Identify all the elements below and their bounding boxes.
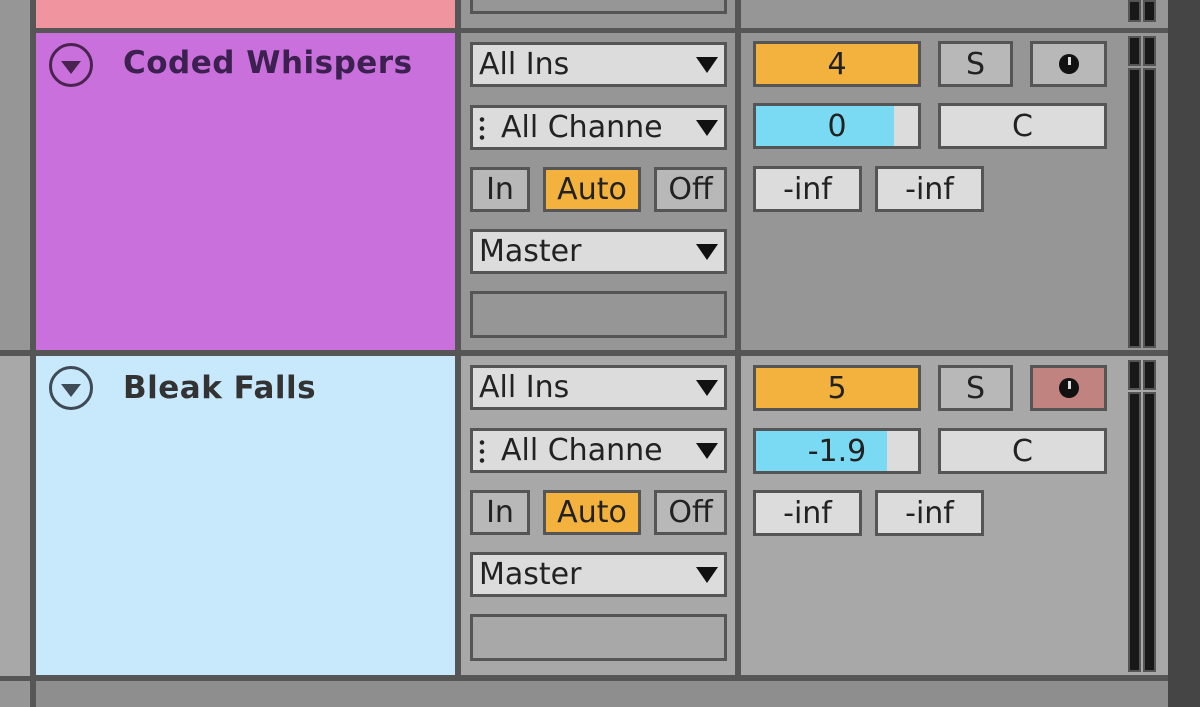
level-meter-left bbox=[1128, 68, 1141, 348]
pan-control[interactable]: C bbox=[938, 103, 1107, 149]
monitor-in-button[interactable]: In bbox=[470, 490, 530, 535]
peak-right-readout[interactable]: -inf bbox=[875, 166, 984, 212]
dropdown-arrow-icon bbox=[696, 119, 718, 136]
output-dropdown[interactable]: Master bbox=[470, 552, 727, 597]
fold-triangle-icon[interactable] bbox=[49, 366, 93, 410]
previous-track-meter-left bbox=[1128, 0, 1141, 22]
previous-track-header[interactable] bbox=[36, 0, 455, 28]
volume-value: -1.9 bbox=[807, 433, 867, 469]
volume-slider[interactable]: 0 bbox=[753, 103, 921, 149]
arm-button[interactable] bbox=[1030, 41, 1107, 87]
input-channel-dropdown[interactable]: All Channe bbox=[470, 428, 727, 473]
dropdown-arrow-icon bbox=[696, 442, 718, 459]
track-io-section: All Ins All Channe In Auto Off Master bbox=[461, 356, 735, 675]
output-dropdown[interactable]: Master bbox=[470, 229, 727, 274]
solo-button[interactable]: S bbox=[938, 41, 1013, 87]
input-channel-dropdown[interactable]: All Channe bbox=[470, 105, 727, 150]
left-strip-footer bbox=[0, 681, 30, 707]
footer-strip bbox=[36, 681, 1168, 707]
track-mixer-section: 5 S -1.9 C -inf -inf bbox=[741, 356, 1168, 675]
previous-track-mixer bbox=[741, 0, 1168, 28]
record-arm-clock-icon bbox=[1058, 54, 1079, 74]
grip-icon bbox=[479, 437, 485, 464]
monitor-in-button[interactable]: In bbox=[470, 167, 530, 212]
record-arm-clock-icon bbox=[1058, 378, 1079, 398]
volume-value: 0 bbox=[827, 108, 847, 144]
input-channel-label: All Channe bbox=[501, 110, 663, 145]
track-mixer-section: 4 S 0 C -inf -inf bbox=[741, 33, 1168, 350]
level-meter-left bbox=[1128, 392, 1141, 672]
dropdown-arrow-icon bbox=[696, 243, 718, 260]
input-type-label: All Ins bbox=[479, 370, 570, 405]
peak-right-readout[interactable]: -inf bbox=[875, 490, 984, 536]
track-activator-button[interactable]: 5 bbox=[753, 365, 921, 411]
monitor-auto-button[interactable]: Auto bbox=[543, 167, 641, 212]
volume-fill bbox=[756, 106, 894, 146]
volume-slider[interactable]: -1.9 bbox=[753, 428, 921, 474]
previous-track-meter-right bbox=[1143, 0, 1156, 22]
monitor-off-button[interactable]: Off bbox=[654, 167, 727, 212]
grip-icon bbox=[479, 114, 485, 141]
monitor-auto-button[interactable]: Auto bbox=[543, 490, 641, 535]
fold-triangle-icon[interactable] bbox=[49, 43, 93, 87]
pan-control[interactable]: C bbox=[938, 428, 1107, 474]
track-header-bleak-falls[interactable]: Bleak Falls bbox=[36, 356, 455, 675]
dropdown-arrow-icon bbox=[696, 56, 718, 73]
left-strip-top bbox=[0, 0, 30, 350]
track-name[interactable]: Coded Whispers bbox=[123, 45, 413, 81]
meter-left-top bbox=[1128, 36, 1141, 66]
dropdown-arrow-icon bbox=[696, 566, 718, 583]
level-meter-right bbox=[1143, 68, 1156, 348]
track-header-coded-whispers[interactable]: Coded Whispers bbox=[36, 33, 455, 350]
track-activator-button[interactable]: 4 bbox=[753, 41, 921, 87]
left-strip-bottom bbox=[0, 356, 30, 676]
dropdown-arrow-icon bbox=[696, 379, 718, 396]
monitor-off-button[interactable]: Off bbox=[654, 490, 727, 535]
meter-right-top bbox=[1143, 360, 1156, 390]
output-label: Master bbox=[479, 234, 582, 269]
input-type-dropdown[interactable]: All Ins bbox=[470, 42, 727, 87]
meter-right-top bbox=[1143, 36, 1156, 66]
meter-left-top bbox=[1128, 360, 1141, 390]
input-type-dropdown[interactable]: All Ins bbox=[470, 365, 727, 410]
track-name[interactable]: Bleak Falls bbox=[123, 370, 316, 406]
input-type-label: All Ins bbox=[479, 47, 570, 82]
level-meter-right bbox=[1143, 392, 1156, 672]
previous-track-empty-slot bbox=[470, 0, 727, 14]
peak-left-readout[interactable]: -inf bbox=[753, 166, 862, 212]
solo-button[interactable]: S bbox=[938, 365, 1013, 411]
arm-button[interactable] bbox=[1030, 365, 1107, 411]
output-channel-slot[interactable] bbox=[470, 614, 727, 661]
input-channel-label: All Channe bbox=[501, 433, 663, 468]
track-io-section: All Ins All Channe In Auto Off Master bbox=[461, 33, 735, 350]
peak-left-readout[interactable]: -inf bbox=[753, 490, 862, 536]
output-label: Master bbox=[479, 557, 582, 592]
right-scroll-edge[interactable] bbox=[1168, 0, 1200, 707]
output-channel-slot[interactable] bbox=[470, 291, 727, 338]
